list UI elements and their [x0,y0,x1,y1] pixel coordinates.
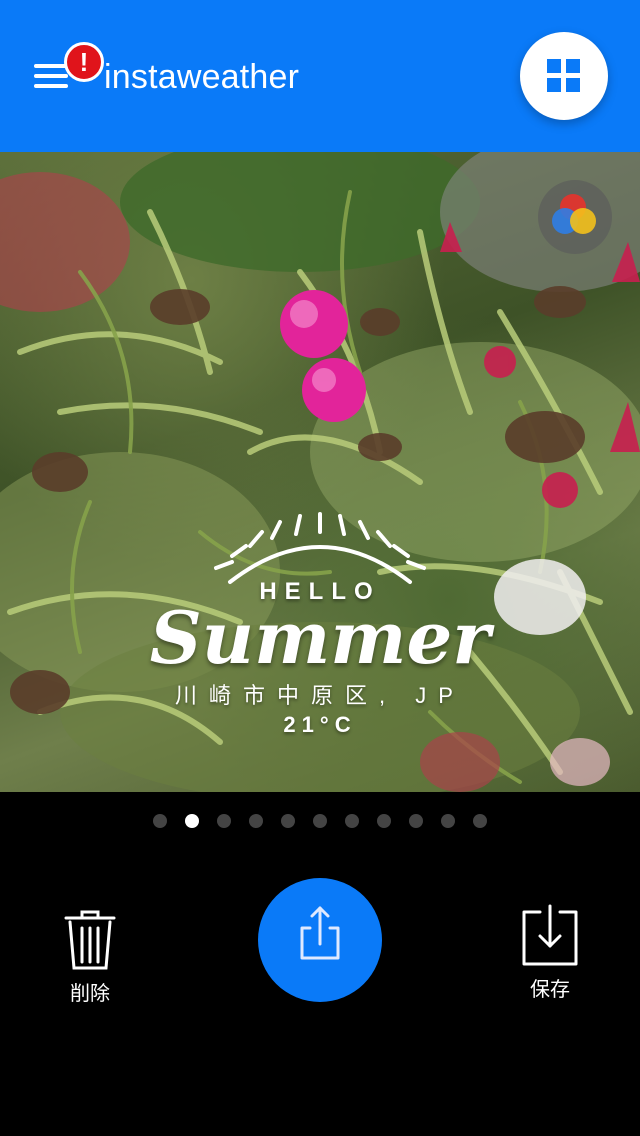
color-filter-button[interactable] [538,180,612,254]
app-screen: ! instaweather HELLO Summer 川崎市中原区, JP 2… [0,0,640,1136]
download-icon [522,904,578,966]
page-dot[interactable] [441,814,455,828]
page-dot[interactable] [409,814,423,828]
overlay-summer-text: Summer [149,595,491,680]
page-indicator [0,814,640,830]
grid-view-button[interactable] [520,32,608,120]
page-dot[interactable] [377,814,391,828]
app-title: instaweather [104,58,300,96]
share-icon [300,906,340,960]
page-dot[interactable] [153,814,167,828]
overlay-location-text: 川崎市中原区, JP [175,683,465,708]
page-dot[interactable] [313,814,327,828]
page-dot[interactable] [473,814,487,828]
page-dot[interactable] [217,814,231,828]
page-dot-active[interactable] [185,814,199,828]
page-dot[interactable] [281,814,295,828]
overlay-temperature-text: 21°C [283,712,357,737]
trash-icon [64,910,116,970]
page-dot[interactable] [249,814,263,828]
share-button[interactable] [258,878,382,1002]
top-bar: ! instaweather [0,0,640,152]
delete-button[interactable]: 削除 [40,908,140,1006]
delete-label: 削除 [70,983,110,1005]
save-label: 保存 [530,979,570,1001]
page-dot[interactable] [345,814,359,828]
save-button[interactable]: 保存 [500,904,600,1002]
alert-badge-icon: ! [64,42,104,82]
